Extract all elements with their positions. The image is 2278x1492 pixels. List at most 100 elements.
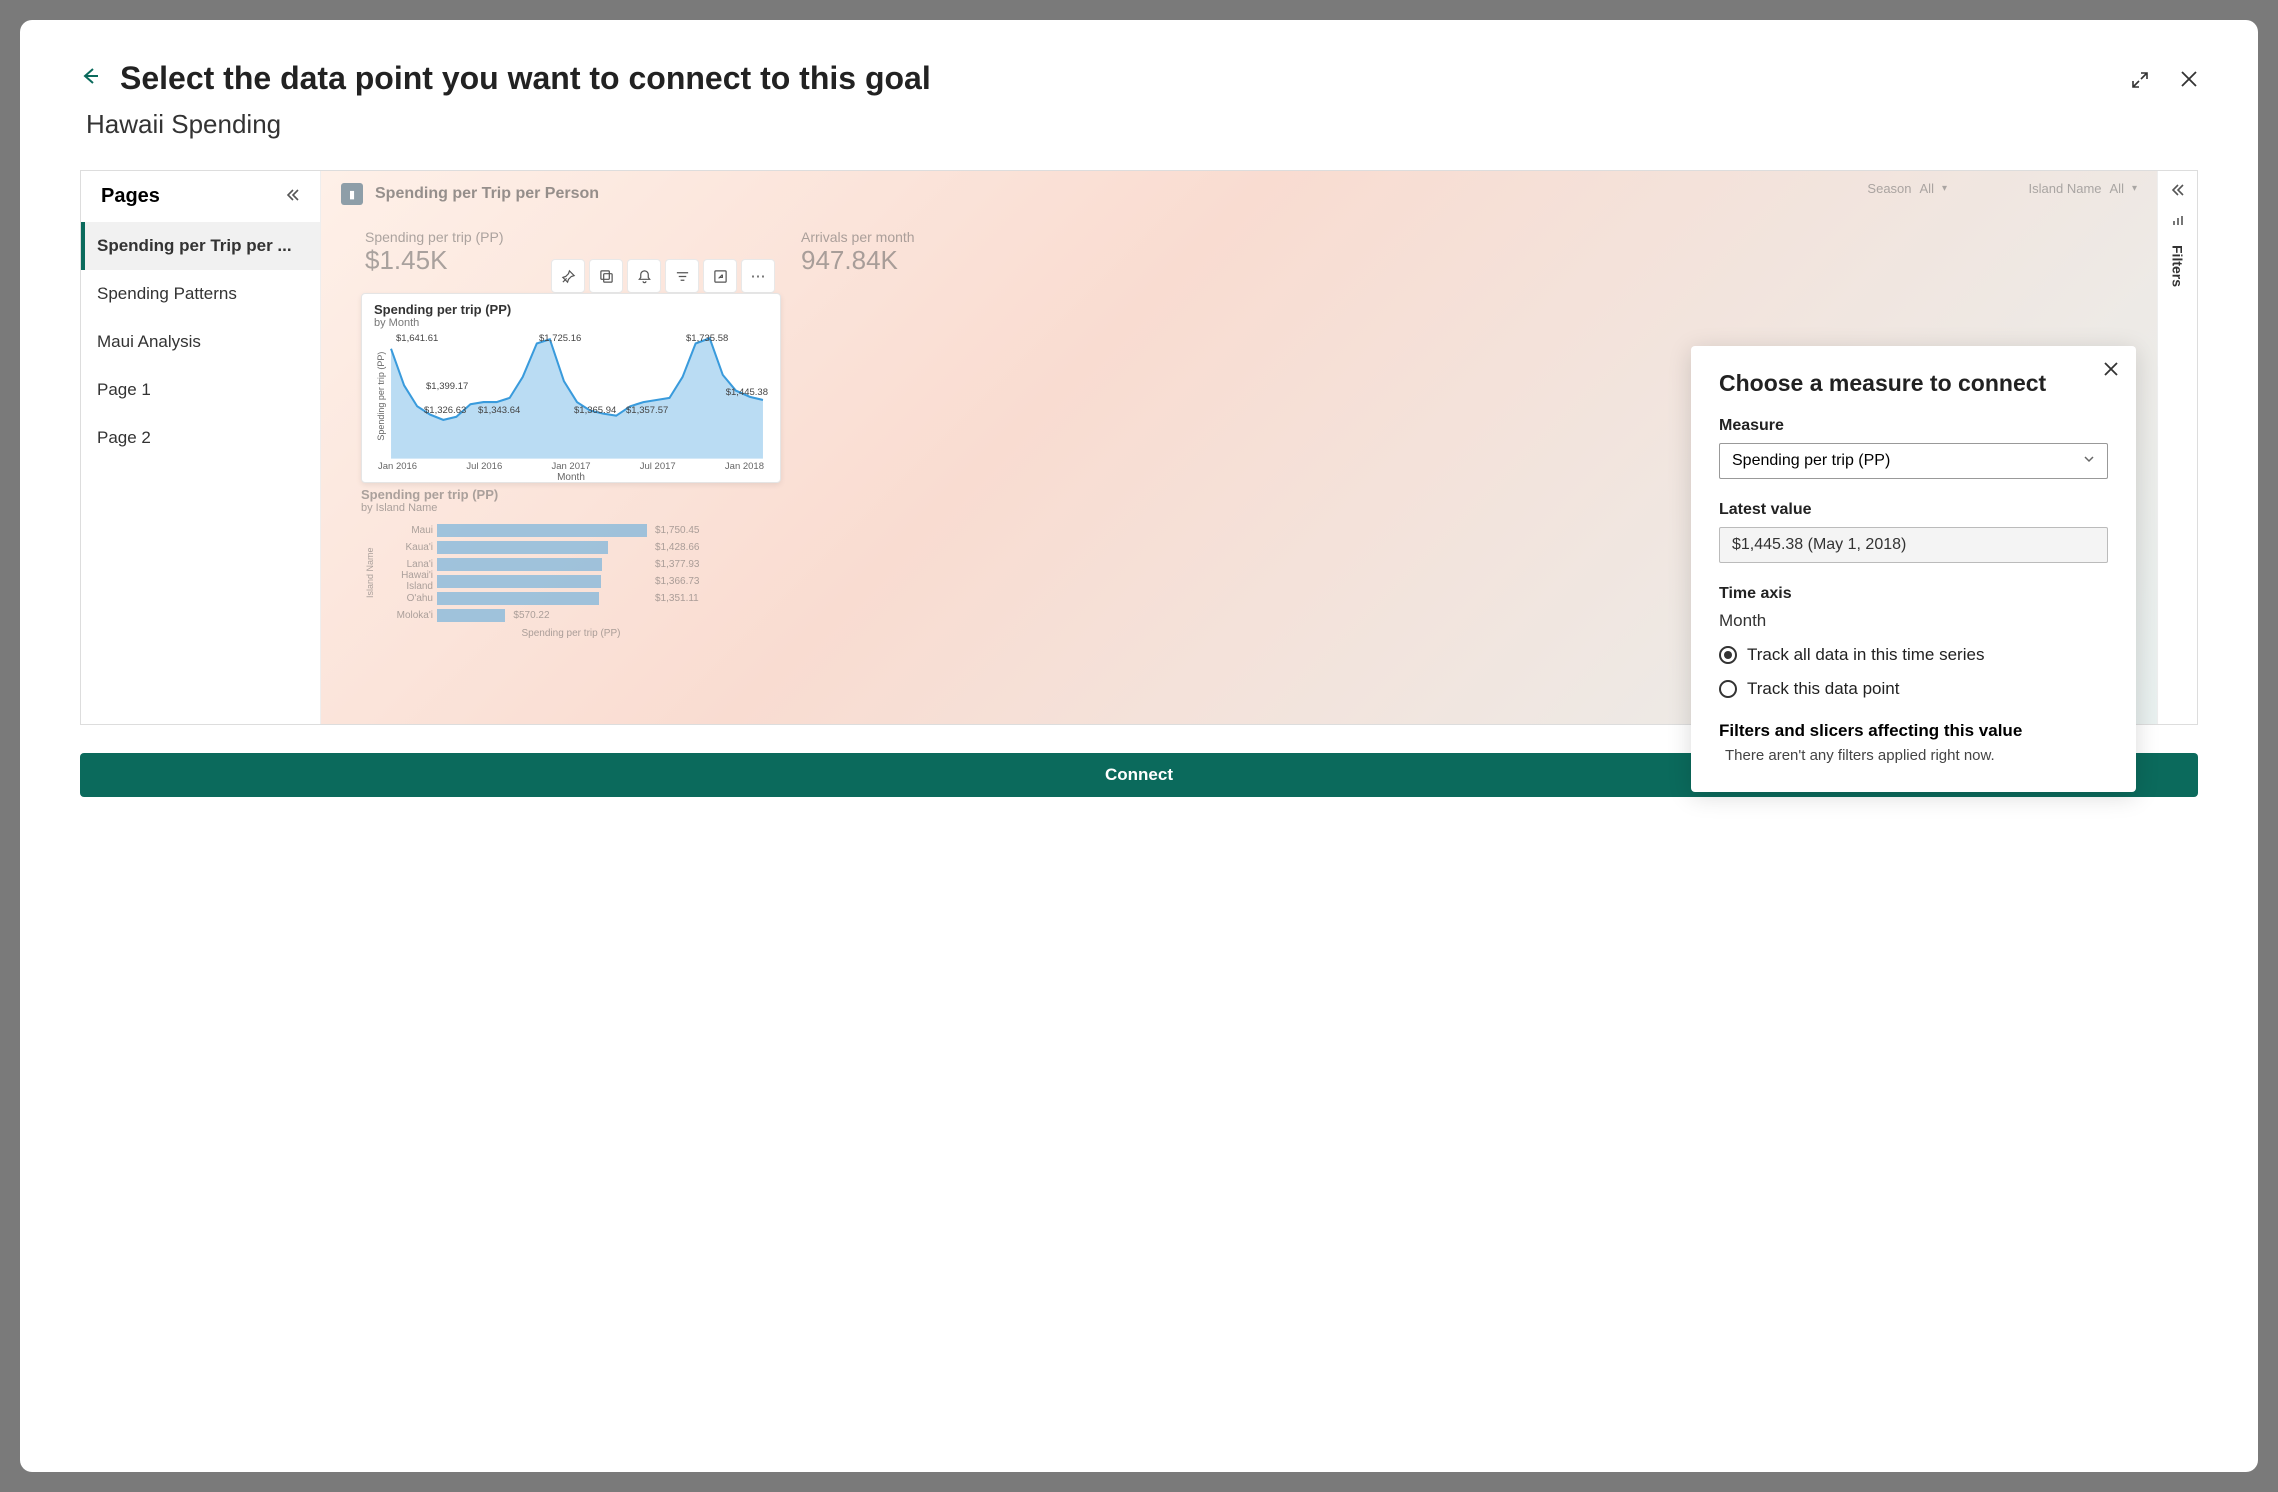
data-label: $1,326.63: [424, 405, 466, 416]
visual-toolbar: ⋯: [551, 259, 775, 293]
bar-subtitle: by Island Name: [361, 502, 781, 514]
kpi-value: $1.45K: [365, 245, 504, 276]
expand-icon[interactable]: [2130, 70, 2150, 95]
latest-value-label: Latest value: [1719, 501, 2108, 519]
modal-top-actions: [2130, 70, 2198, 95]
measure-select[interactable]: Spending per trip (PP): [1719, 443, 2108, 479]
slicer-season[interactable]: Season All ▾: [1867, 181, 1947, 196]
chevron-down-icon: [2083, 452, 2095, 470]
panel-title: Choose a measure to connect: [1719, 370, 2108, 397]
filters-rail: Filters: [2157, 171, 2197, 724]
latest-value-field: $1,445.38 (May 1, 2018): [1719, 527, 2108, 563]
data-label: $1,735.58: [686, 333, 728, 344]
x-tick: Jan 2017: [551, 461, 590, 472]
pin-icon[interactable]: [551, 259, 585, 293]
data-label: $1,725.16: [539, 333, 581, 344]
x-ticks: Jan 2016 Jul 2016 Jan 2017 Jul 2017 Jan …: [374, 461, 768, 472]
page-item[interactable]: Spending Patterns: [81, 270, 320, 318]
radio-label: Track all data in this time series: [1747, 645, 1984, 665]
bar-fill: [437, 609, 505, 622]
bar-row: Kaua'i $1,428.66: [375, 539, 781, 555]
bar-value: $1,366.73: [655, 576, 700, 587]
bar-category: Kaua'i: [375, 542, 437, 553]
slicer-island[interactable]: Island Name All ▾: [2029, 181, 2137, 196]
close-icon[interactable]: [2180, 70, 2198, 95]
page-item[interactable]: Maui Analysis: [81, 318, 320, 366]
filter-icon[interactable]: [665, 259, 699, 293]
slicer-value: All: [1920, 181, 1934, 196]
chart-ylabel: Spending per trip (PP): [374, 333, 386, 459]
data-label: $1,343.64: [478, 405, 520, 416]
filters-section-title: Filters and slicers affecting this value: [1719, 721, 2108, 741]
data-label: $1,445.38: [726, 387, 768, 398]
pages-pane: Pages Spending per Trip per ...Spending …: [81, 171, 321, 724]
radio-track-all[interactable]: Track all data in this time series: [1719, 645, 2108, 665]
kpi-spending: Spending per trip (PP) $1.45K: [365, 229, 504, 276]
bar-row: Moloka'i $570.22: [375, 607, 781, 623]
pages-label: Pages: [101, 185, 160, 208]
collapse-pages-icon[interactable]: [286, 185, 300, 208]
copy-icon[interactable]: [589, 259, 623, 293]
radio-label: Track this data point: [1747, 679, 1899, 699]
line-chart-card[interactable]: Spending per trip (PP) by Month Spending…: [361, 293, 781, 483]
modal-header: Select the data point you want to connec…: [80, 60, 2198, 97]
page-item[interactable]: Page 2: [81, 414, 320, 462]
goal-data-point-modal: Select the data point you want to connec…: [20, 20, 2258, 1472]
bar-fill: [437, 524, 647, 537]
bar-row: Hawai'i Island $1,366.73: [375, 573, 781, 589]
bar-value: $1,750.45: [655, 525, 700, 536]
expand-filters-icon[interactable]: [2171, 183, 2185, 202]
slicer-value: All: [2110, 181, 2124, 196]
close-icon[interactable]: [2104, 362, 2118, 381]
bar-xlabel: Spending per trip (PP): [361, 628, 781, 639]
radio-icon: [1719, 680, 1737, 698]
measure-label: Measure: [1719, 417, 2108, 435]
chart-title: Spending per trip (PP): [374, 302, 768, 317]
chart-plot: $1,641.61 $1,399.17 $1,326.63 $1,343.64 …: [386, 333, 768, 459]
chart-subtitle: by Month: [374, 317, 768, 329]
chart-badge-icon: ▮: [341, 183, 363, 205]
report-name: Hawaii Spending: [86, 109, 2198, 140]
back-arrow-icon[interactable]: [80, 66, 100, 91]
time-axis-value: Month: [1719, 611, 2108, 631]
kpi-value: 947.84K: [801, 245, 915, 276]
page-item[interactable]: Spending per Trip per ...: [81, 222, 320, 270]
bar-fill: [437, 541, 608, 554]
chevron-down-icon: ▾: [1942, 183, 1947, 194]
data-label: $1,365.94: [574, 405, 616, 416]
bar-value: $1,351.11: [655, 593, 699, 604]
focus-icon[interactable]: [703, 259, 737, 293]
bar-row: O'ahu$1,351.11: [375, 590, 781, 606]
x-tick: Jul 2016: [466, 461, 502, 472]
bar-value: $1,377.93: [655, 559, 700, 570]
x-tick: Jul 2017: [640, 461, 676, 472]
bar-value: $570.22: [513, 610, 549, 621]
radio-icon: [1719, 646, 1737, 664]
x-tick: Jan 2018: [725, 461, 764, 472]
bar-category: Maui: [375, 525, 437, 536]
filters-label[interactable]: Filters: [2170, 245, 2186, 287]
bar-category: Lana'i: [375, 559, 437, 570]
kpi-label: Spending per trip (PP): [365, 229, 504, 245]
time-axis-label: Time axis: [1719, 585, 2108, 603]
pages-header: Pages: [81, 171, 320, 222]
data-label: $1,641.61: [396, 333, 438, 344]
bell-icon[interactable]: [627, 259, 661, 293]
bar-value: $1,428.66: [655, 542, 700, 553]
bar-fill: [437, 575, 601, 588]
page-item[interactable]: Page 1: [81, 366, 320, 414]
radio-track-point[interactable]: Track this data point: [1719, 679, 2108, 699]
kpi-label: Arrivals per month: [801, 229, 915, 245]
modal-title: Select the data point you want to connec…: [120, 60, 931, 97]
more-icon[interactable]: ⋯: [741, 259, 775, 293]
slicer-label: Island Name: [2029, 181, 2102, 196]
bar-category: Hawai'i Island: [375, 570, 437, 592]
bar-row: Maui $1,750.45: [375, 522, 781, 538]
bars-icon: [2171, 214, 2185, 233]
bar-category: Moloka'i: [375, 610, 437, 621]
bar-chart-card[interactable]: Spending per trip (PP) by Island Name Is…: [361, 487, 781, 639]
measure-value: Spending per trip (PP): [1732, 452, 1890, 470]
bar-fill: [437, 558, 602, 571]
measure-panel: Choose a measure to connect Measure Spen…: [1691, 346, 2136, 792]
report-page-title: Spending per Trip per Person: [375, 185, 599, 203]
